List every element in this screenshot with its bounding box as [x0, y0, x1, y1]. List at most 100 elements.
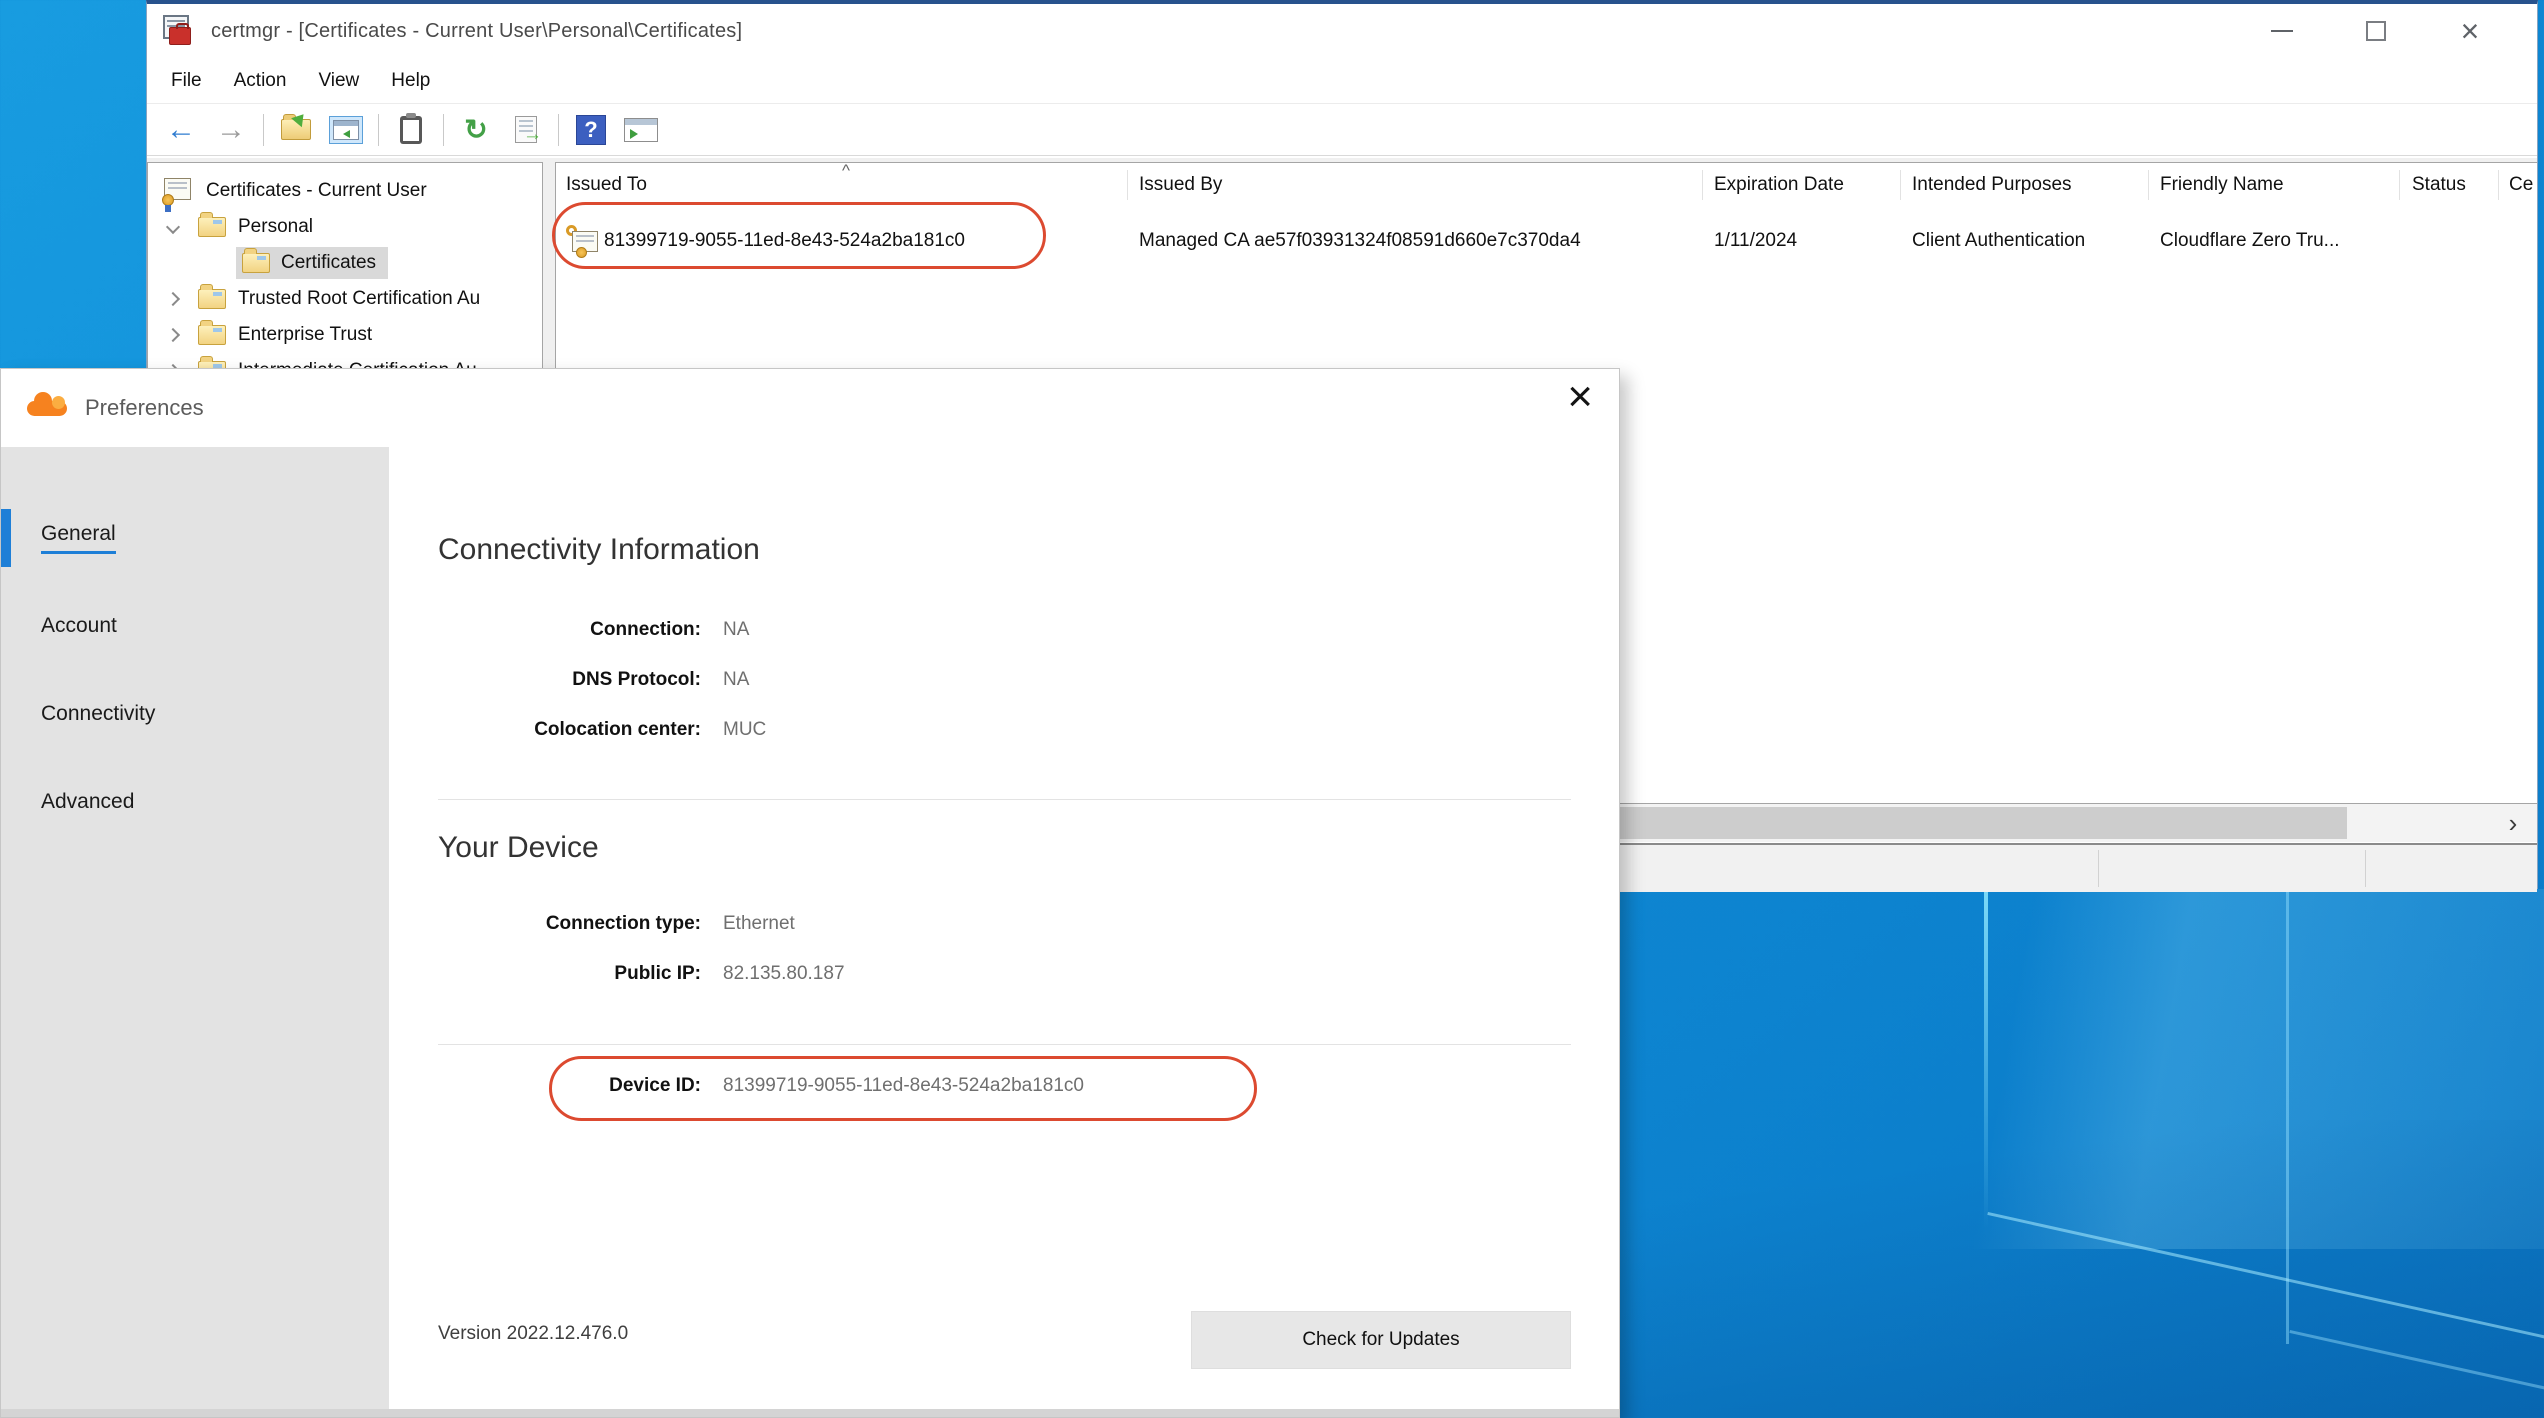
console-tree-icon — [329, 116, 363, 144]
export-list-icon: → — [515, 116, 537, 143]
tree-item-label: Enterprise Trust — [238, 324, 372, 346]
chevron-down-icon[interactable] — [166, 220, 180, 234]
info-row-device-id: Device ID: 81399719-9055-11ed-8e43-524a2… — [438, 1075, 1084, 1097]
menu-view[interactable]: View — [302, 70, 375, 92]
section-divider — [438, 799, 1571, 800]
wallpaper-shade — [1620, 1120, 2544, 1418]
maximize-button[interactable] — [2329, 4, 2423, 58]
back-arrow-icon: ← — [166, 113, 196, 147]
column-separator — [2498, 170, 2499, 200]
chevron-right-icon[interactable] — [166, 328, 180, 342]
up-one-level-button[interactable] — [278, 112, 314, 148]
wallpaper-sheen — [1620, 889, 2544, 1249]
statusbar-separator — [2365, 850, 2366, 887]
sidebar-item-account[interactable]: Account — [1, 601, 389, 651]
info-label: Connection: — [438, 619, 701, 641]
section-heading-connectivity: Connectivity Information — [438, 533, 760, 567]
scroll-right-icon: › — [2509, 808, 2518, 839]
wallpaper-facet-line — [2289, 1330, 2544, 1398]
folder-icon — [198, 325, 226, 345]
column-separator — [2148, 170, 2149, 200]
column-header-issued-by[interactable]: Issued By — [1139, 163, 1222, 207]
tree-root-label: Certificates - Current User — [206, 180, 427, 202]
chevron-right-icon[interactable] — [166, 292, 180, 306]
certificate-with-key-icon — [566, 227, 600, 255]
toolbar-separator — [263, 114, 264, 146]
column-header-intended-purposes[interactable]: Intended Purposes — [1912, 163, 2072, 207]
tree-root-certificates-current-user[interactable]: Certificates - Current User — [148, 173, 542, 209]
tree-item-certificates-selected[interactable]: Certificates — [148, 245, 542, 281]
tree-item-label: Certificates — [281, 252, 376, 274]
certificates-store-icon — [162, 178, 194, 204]
sidebar-item-general[interactable]: General — [1, 513, 389, 563]
menu-file[interactable]: File — [155, 70, 218, 92]
toolbar-separator — [443, 114, 444, 146]
close-button[interactable]: × — [2423, 4, 2517, 58]
folder-up-icon — [281, 119, 311, 140]
wallpaper-facet-line — [1987, 1212, 2544, 1349]
cell-friendly-name: Cloudflare Zero Tru... — [2160, 223, 2340, 259]
minimize-icon — [2271, 30, 2293, 32]
section-divider — [438, 1044, 1571, 1045]
menu-help[interactable]: Help — [375, 70, 446, 92]
sidebar-item-label: General — [41, 522, 116, 554]
sidebar-item-label: Account — [41, 614, 117, 638]
sidebar-item-advanced[interactable]: Advanced — [1, 777, 389, 827]
sidebar-item-connectivity[interactable]: Connectivity — [1, 689, 389, 739]
export-list-button[interactable]: → — [508, 112, 544, 148]
column-header-issued-to[interactable]: Issued To — [566, 163, 647, 207]
toolbar-separator — [378, 114, 379, 146]
help-button[interactable]: ? — [573, 112, 609, 148]
tree-item-personal[interactable]: Personal — [148, 209, 542, 245]
sidebar-item-label: Advanced — [41, 790, 134, 814]
certmgr-app-icon — [163, 15, 195, 47]
statusbar-separator — [2098, 850, 2099, 887]
certmgr-titlebar: certmgr - [Certificates - Current User\P… — [147, 4, 2537, 58]
column-header-friendly-name[interactable]: Friendly Name — [2160, 163, 2284, 207]
scroll-right-button[interactable]: › — [2491, 804, 2535, 842]
back-button[interactable]: ← — [163, 112, 199, 148]
dialog-close-button[interactable]: × — [1567, 375, 1593, 419]
refresh-button[interactable]: ↻ — [458, 112, 494, 148]
info-row-dns-protocol: DNS Protocol: NA — [438, 669, 749, 691]
show-action-pane-button[interactable] — [623, 112, 659, 148]
menu-action[interactable]: Action — [218, 70, 303, 92]
column-separator — [1127, 170, 1128, 200]
tree-item-enterprise-trust[interactable]: Enterprise Trust — [148, 317, 542, 353]
info-row-colocation-center: Colocation center: MUC — [438, 719, 766, 741]
forward-arrow-icon: → — [216, 113, 246, 147]
wallpaper-facet-line — [1984, 889, 1988, 1229]
show-console-tree-button[interactable] — [328, 112, 364, 148]
tree-item-label: Trusted Root Certification Au — [238, 288, 480, 310]
folder-icon — [198, 217, 226, 237]
column-separator — [1900, 170, 1901, 200]
info-value: 82.135.80.187 — [723, 963, 845, 985]
preferences-content: Connectivity Information Connection: NA … — [389, 447, 1619, 1409]
info-value: Ethernet — [723, 913, 795, 935]
minimize-button[interactable] — [2235, 4, 2329, 58]
certificate-row[interactable]: 81399719-9055-11ed-8e43-524a2ba181c0 Man… — [556, 223, 2537, 259]
toolbar: ← → ↻ → ? — [147, 104, 2537, 156]
column-header-status[interactable]: Status — [2412, 163, 2466, 207]
certmgr-window-title: certmgr - [Certificates - Current User\P… — [211, 20, 742, 43]
section-heading-your-device: Your Device — [438, 831, 599, 865]
cell-issued-by: Managed CA ae57f03931324f08591d660e7c370… — [1139, 223, 1581, 259]
preferences-dialog: Preferences × General Account Connectivi… — [0, 368, 1620, 1418]
column-header-expiration-date[interactable]: Expiration Date — [1714, 163, 1844, 207]
preferences-sidebar: General Account Connectivity Advanced — [1, 447, 389, 1409]
cloudflare-logo-icon — [27, 401, 67, 416]
forward-button[interactable]: → — [213, 112, 249, 148]
preferences-header: Preferences × — [1, 369, 1619, 447]
info-label: Public IP: — [438, 963, 701, 985]
folder-icon — [198, 289, 226, 309]
folder-icon — [242, 253, 270, 273]
column-header-certificate[interactable]: Ce — [2509, 163, 2533, 207]
tree-item-label: Personal — [238, 216, 313, 238]
action-pane-icon — [624, 118, 658, 142]
tree-item-trusted-root[interactable]: Trusted Root Certification Au — [148, 281, 542, 317]
check-for-updates-button[interactable]: Check for Updates — [1191, 1311, 1571, 1369]
wallpaper-facet-line — [2286, 889, 2289, 1344]
paste-button[interactable] — [393, 112, 429, 148]
cell-expiration-date: 1/11/2024 — [1714, 223, 1797, 259]
cell-issued-to: 81399719-9055-11ed-8e43-524a2ba181c0 — [604, 223, 965, 259]
